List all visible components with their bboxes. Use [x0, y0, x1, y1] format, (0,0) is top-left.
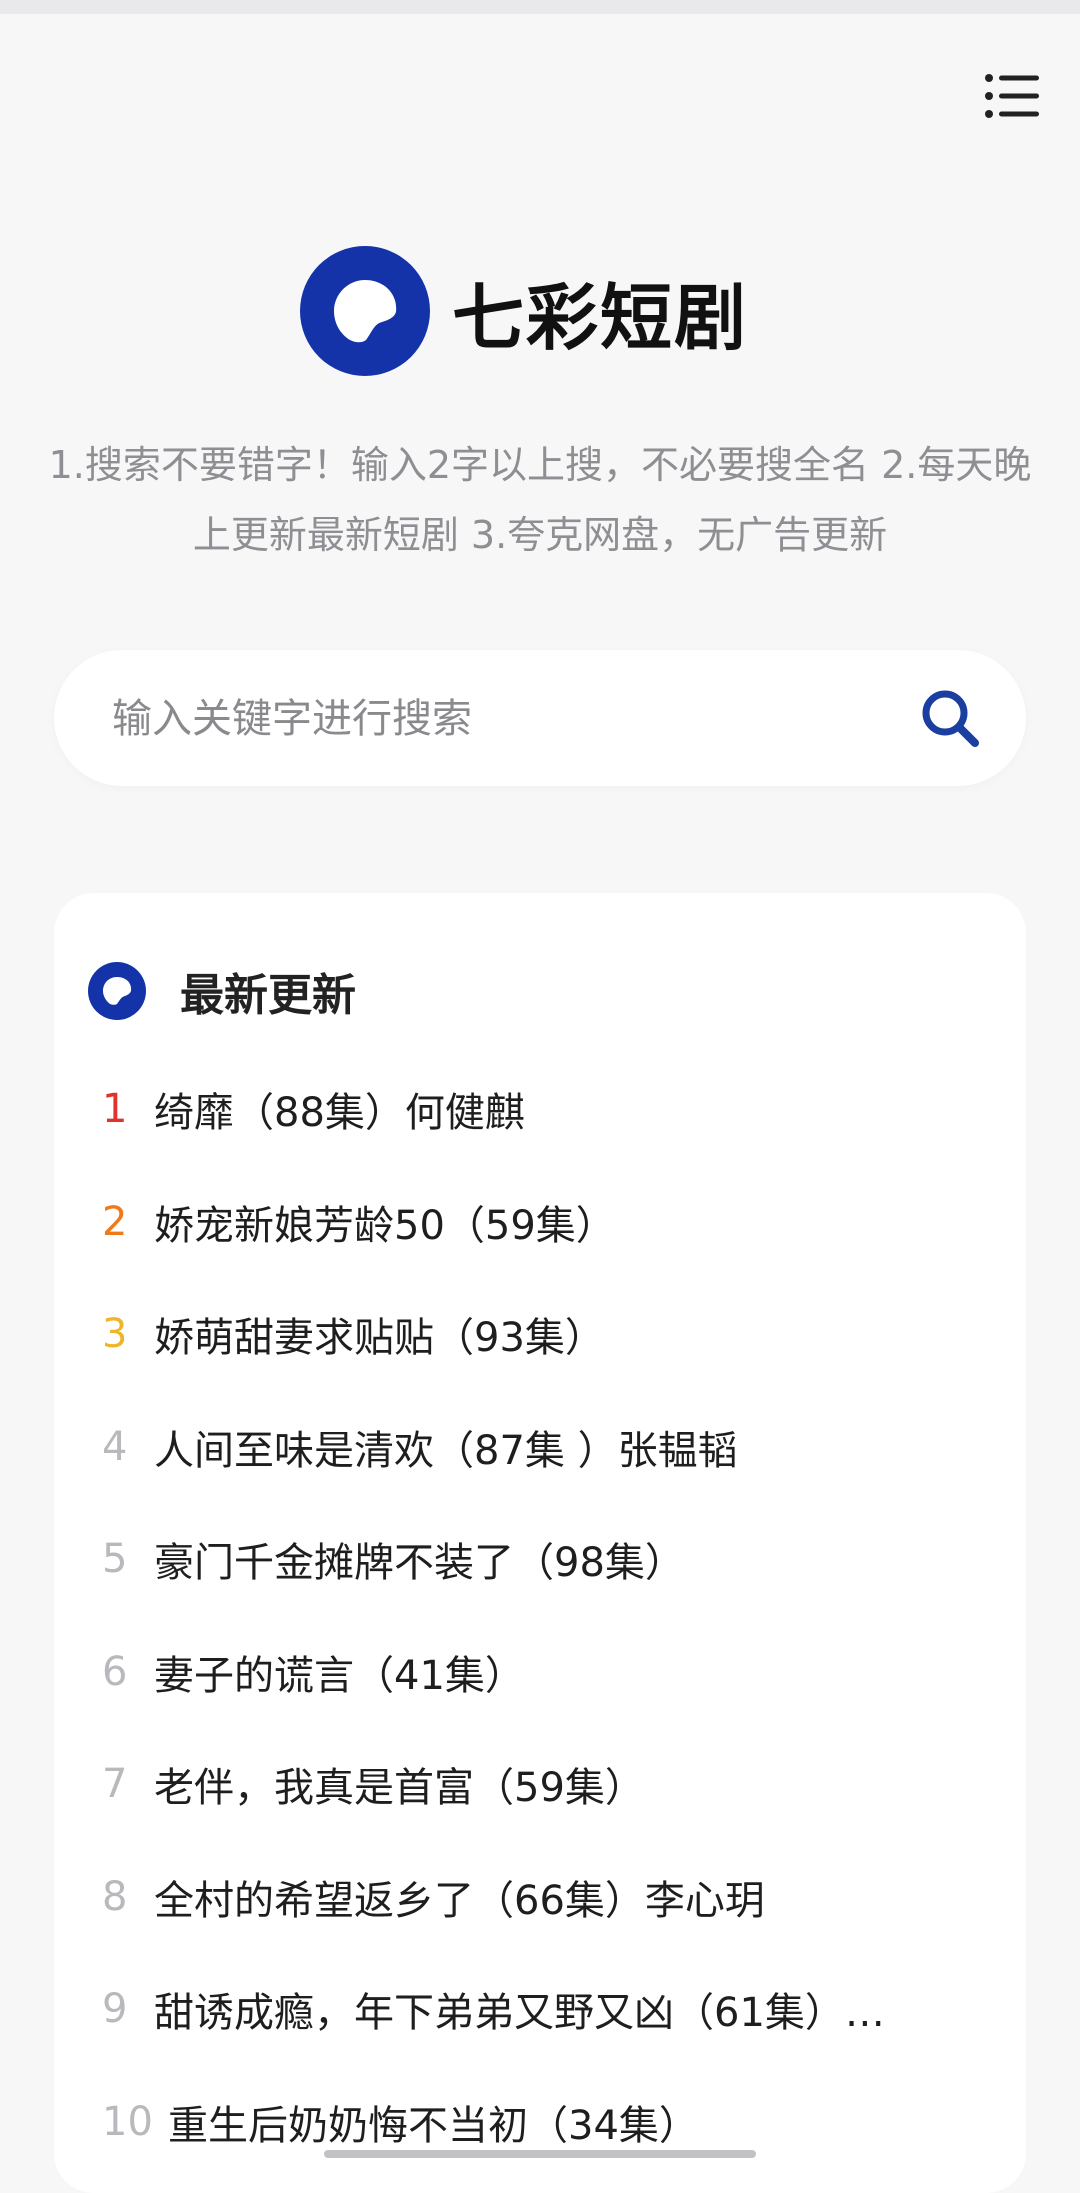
- drama-title: 娇宠新娘芳龄50（59集）: [154, 1202, 616, 1249]
- section-logo-icon: [88, 962, 146, 1020]
- brand: 七彩短剧: [300, 246, 748, 376]
- list-item[interactable]: 9 甜诱成瘾，年下弟弟又野又凶（61集）…: [54, 1953, 1026, 2066]
- drama-title: 娇萌甜妻求贴贴（93集）: [154, 1315, 605, 1362]
- rank-number: 7: [102, 1761, 128, 1808]
- app-title: 七彩短剧: [452, 275, 749, 360]
- drama-title: 人间至味是清欢（87集 ）张韫韬: [154, 1427, 738, 1474]
- brand-logo-icon: [300, 246, 430, 376]
- drama-title: 全村的希望返乡了（66集）李心玥: [154, 1877, 765, 1924]
- list-item[interactable]: 3 娇萌甜妻求贴贴（93集）: [54, 1278, 1026, 1391]
- drama-title: 绮靡（88集）何健麒: [154, 1090, 525, 1137]
- search-icon: [922, 690, 979, 747]
- rank-number: 3: [102, 1311, 128, 1358]
- list-item[interactable]: 5 豪门千金摊牌不装了（98集）: [54, 1503, 1026, 1616]
- drama-title: 老伴，我真是首富（59集）: [154, 1765, 645, 1812]
- search-input[interactable]: [110, 650, 894, 788]
- latest-updates-card: 最新更新 1 绮靡（88集）何健麒 2 娇宠新娘芳龄50（59集） 3 娇萌甜妻求贴贴（9…: [54, 893, 1026, 2193]
- drama-title: 豪门千金摊牌不装了（98集）: [154, 1540, 685, 1587]
- list-item[interactable]: 7 老伴，我真是首富（59集）: [54, 1728, 1026, 1841]
- rank-number: 2: [102, 1198, 128, 1245]
- list-item[interactable]: 10 重生后奶奶悔不当初（34集）: [54, 2066, 1026, 2179]
- list-item[interactable]: 4 人间至味是清欢（87集 ）张韫韬: [54, 1391, 1026, 1504]
- rank-number: 5: [102, 1536, 128, 1583]
- rank-number: 8: [102, 1873, 128, 1920]
- search-bar: [54, 650, 1026, 788]
- drama-title: 妻子的谎言（41集）: [154, 1652, 525, 1699]
- section-header: 最新更新: [88, 951, 356, 1031]
- latest-list: 1 绮靡（88集）何健麒 2 娇宠新娘芳龄50（59集） 3 娇萌甜妻求贴贴（93集） 4 人…: [54, 1053, 1026, 2178]
- rank-number: 4: [102, 1423, 128, 1470]
- menu-button[interactable]: [980, 64, 1044, 128]
- list-item[interactable]: 1 绮靡（88集）何健麒: [54, 1053, 1026, 1166]
- list-item[interactable]: 2 娇宠新娘芳龄50（59集）: [54, 1166, 1026, 1279]
- notice-text: 1.搜索不要错字！输入2字以上搜，不必要搜全名 2.每天晚上更新最新短剧 3.夸…: [48, 443, 1032, 557]
- search-button[interactable]: [912, 680, 988, 756]
- drama-title: 甜诱成瘾，年下弟弟又野又凶（61集）…: [154, 1990, 885, 2037]
- rank-number: 6: [102, 1648, 128, 1695]
- rank-number: 9: [102, 1986, 128, 2033]
- rank-number: 10: [102, 2098, 153, 2145]
- section-title: 最新更新: [180, 970, 356, 1021]
- list-item[interactable]: 6 妻子的谎言（41集）: [54, 1616, 1026, 1729]
- rank-number: 1: [102, 1086, 128, 1133]
- home-indicator[interactable]: [324, 2150, 756, 2158]
- list-item[interactable]: 8 全村的希望返乡了（66集）李心玥: [54, 1841, 1026, 1954]
- status-bar-strip: [0, 0, 1080, 14]
- drama-title: 重生后奶奶悔不当初（34集）: [168, 2102, 699, 2149]
- menu-icon: [985, 74, 1039, 118]
